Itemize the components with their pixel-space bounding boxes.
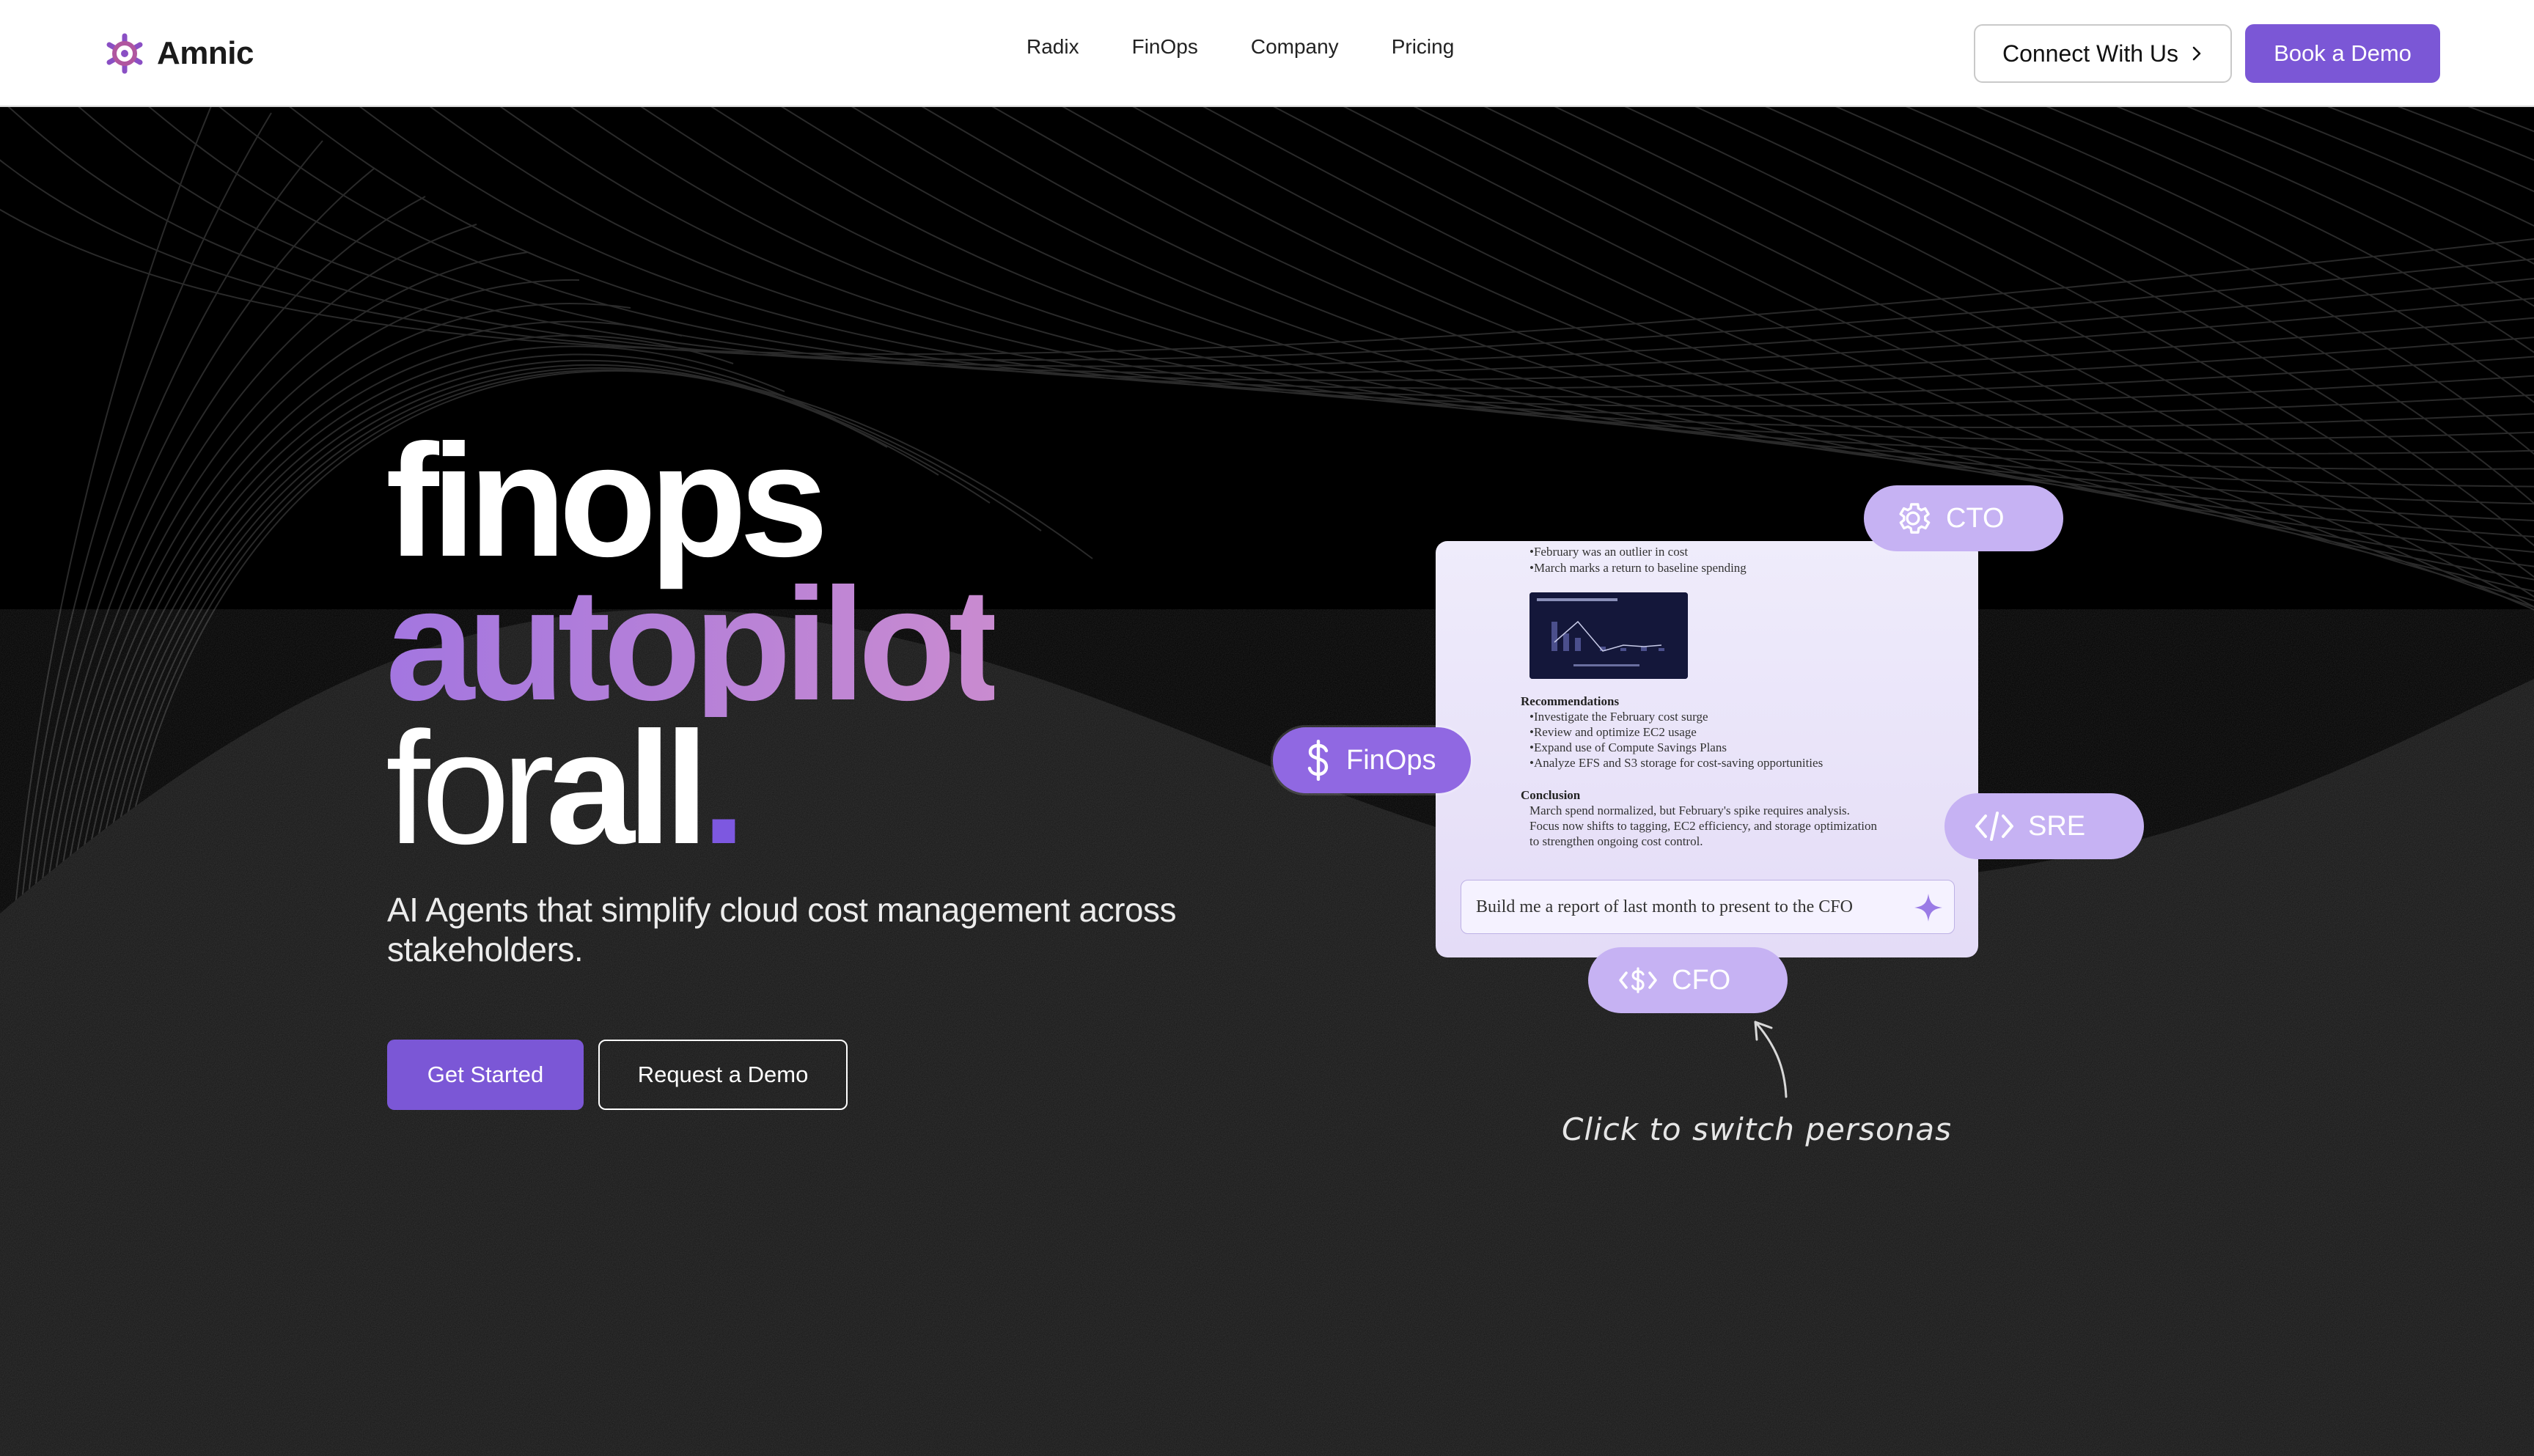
recommendation-item: •Expand use of Compute Savings Plans: [1529, 740, 1727, 754]
brand-logo[interactable]: Amnic: [103, 26, 254, 81]
report-preview-card: •February was an outlier in cost •March …: [1436, 541, 1978, 957]
recommendations-title: Recommendations: [1521, 694, 1620, 708]
cost-change-chart-thumbnail: [1529, 592, 1688, 679]
headline-dot: .: [701, 699, 746, 878]
switch-personas-hint: Click to switch personas: [1562, 1111, 1952, 1147]
prompt-text: Build me a report of last month to prese…: [1476, 897, 1853, 916]
hero-background: [0, 107, 2534, 1456]
get-started-button[interactable]: Get Started: [387, 1040, 584, 1110]
connect-label: Connect With Us: [2002, 40, 2179, 67]
persona-pill-cfo[interactable]: CFO: [1588, 947, 1788, 1013]
top-nav: Amnic Radix FinOps Company Pricing Conne…: [0, 0, 2534, 107]
conclusion-line: Focus now shifts to tagging, EC2 efficie…: [1529, 819, 1878, 833]
headline-for-all: forall.: [386, 709, 994, 869]
persona-pill-finops[interactable]: FinOps: [1273, 727, 1471, 793]
nav-link-pricing[interactable]: Pricing: [1392, 35, 1455, 59]
recommendation-item: •Investigate the February cost surge: [1529, 710, 1708, 724]
persona-pill-cto[interactable]: CTO: [1864, 485, 2063, 551]
headline-autopilot: autopilot: [386, 556, 1002, 734]
nav-links: Radix FinOps Company Pricing: [1027, 35, 1454, 59]
recommendation-item: •Review and optimize EC2 usage: [1529, 725, 1697, 739]
persona-label: SRE: [2028, 810, 2086, 842]
nav-link-radix[interactable]: Radix: [1027, 35, 1079, 59]
connect-with-us-button[interactable]: Connect With Us: [1974, 24, 2232, 83]
nav-link-company[interactable]: Company: [1251, 35, 1339, 59]
conclusion-title: Conclusion: [1521, 788, 1581, 802]
persona-label: CTO: [1946, 502, 2005, 534]
hero-subheading: AI Agents that simplify cloud cost manag…: [387, 891, 1176, 968]
sparkle-icon[interactable]: [1913, 892, 1944, 923]
nav-link-finops[interactable]: FinOps: [1132, 35, 1198, 59]
report-summary-bullets: •February was an outlier in cost •March …: [1529, 544, 1747, 576]
persona-pill-sre[interactable]: SRE: [1944, 793, 2144, 859]
conclusion-section: Conclusion March spend normalized, but F…: [1521, 787, 1877, 849]
amnic-logo-icon: [106, 33, 143, 74]
headline-all: all: [546, 699, 708, 878]
chevron-right-icon: [2192, 46, 2201, 61]
summary-bullet: •February was an outlier in cost: [1529, 545, 1689, 559]
headline-finops: finops: [386, 412, 829, 590]
hero-section: finops autopilot forall. AI Agents that …: [0, 107, 2534, 1456]
conclusion-line: March spend normalized, but February's s…: [1529, 804, 1850, 817]
dollar-icon: [1307, 740, 1329, 781]
conclusion-line: to strengthen ongoing cost control.: [1529, 834, 1703, 848]
persona-label: FinOps: [1346, 744, 1436, 776]
summary-bullet: •March marks a return to baseline spendi…: [1529, 561, 1747, 575]
brand-name: Amnic: [157, 35, 254, 71]
hero-headline: finops autopilot forall.: [386, 412, 1002, 869]
recommendation-item: •Analyze EFS and S3 storage for cost-sav…: [1529, 756, 1824, 770]
recommendations-section: Recommendations •Investigate the Februar…: [1521, 694, 1823, 771]
gear-icon: [1899, 503, 1931, 534]
code-icon: [1975, 812, 2013, 841]
currency-code-icon: [1619, 967, 1657, 993]
prompt-input[interactable]: Build me a report of last month to prese…: [1461, 880, 1955, 934]
request-demo-button[interactable]: Request a Demo: [598, 1040, 848, 1110]
curved-arrow-icon: [1754, 1021, 1788, 1098]
persona-label: CFO: [1672, 964, 1731, 996]
book-demo-button[interactable]: Book a Demo: [2245, 24, 2440, 83]
headline-for: for: [386, 699, 554, 878]
